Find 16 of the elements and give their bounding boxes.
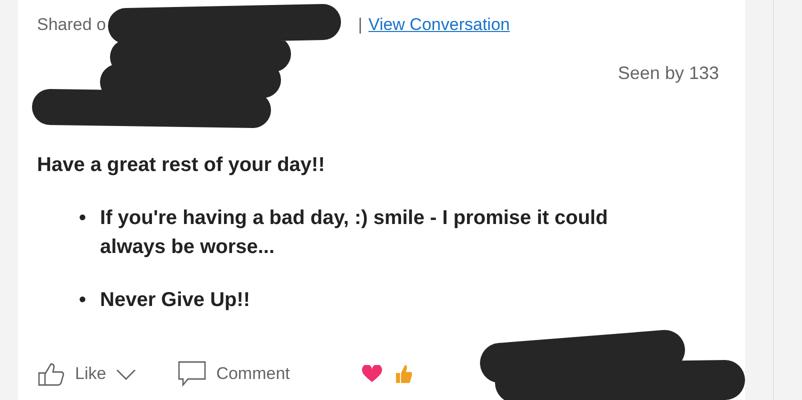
view-conversation-link[interactable]: View Conversation [368, 15, 510, 35]
comment-button[interactable]: Comment [178, 361, 290, 387]
caret-icon [116, 368, 136, 380]
post-bullet: If you're having a bad day, :) smile - I promise it could always be worse... [100, 206, 609, 260]
shared-label: Shared o [37, 15, 106, 35]
thumbs-up-icon [396, 365, 412, 383]
bullet-marker: • [79, 288, 86, 313]
post-bullet: Never Give Up!! [100, 288, 252, 313]
seen-by-count: Seen by 133 [618, 63, 719, 84]
thumbs-up-icon [37, 362, 65, 386]
separator: | [358, 15, 362, 35]
post-heading: Have a great rest of your day!! [37, 154, 326, 177]
comment-icon [178, 361, 206, 387]
bullet-marker: • [79, 206, 86, 231]
heart-icon [362, 365, 382, 383]
like-button[interactable]: Like [37, 362, 136, 386]
